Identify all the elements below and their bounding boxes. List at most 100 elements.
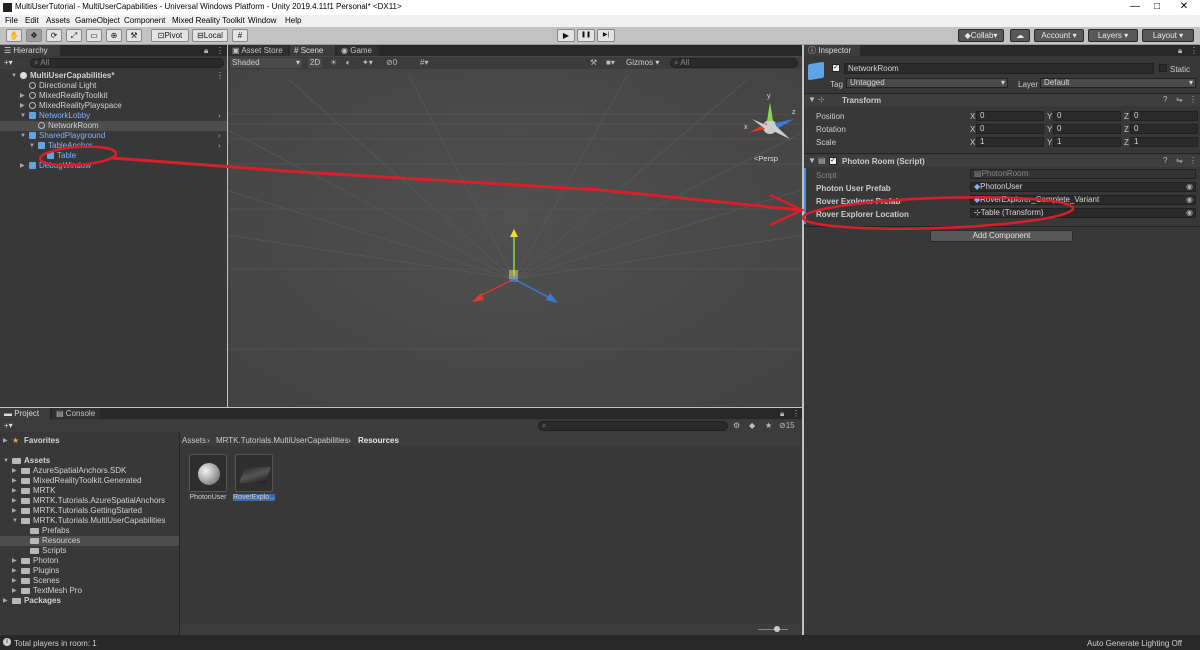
menu-gameobject[interactable]: GameObject bbox=[75, 16, 120, 25]
expand-arrow-icon[interactable]: ▼ bbox=[3, 456, 9, 466]
layer-dropdown[interactable]: Default ▾ bbox=[1040, 78, 1196, 88]
transform-x-field[interactable]: 0 bbox=[976, 124, 1044, 134]
expand-arrow-icon[interactable]: ▼ bbox=[808, 95, 816, 104]
expand-arrow-icon[interactable]: ▶ bbox=[20, 91, 25, 101]
project-tree-item[interactable]: Resources bbox=[0, 536, 179, 546]
object-picker-icon[interactable]: ◉ bbox=[1186, 196, 1193, 204]
menu-file[interactable]: File bbox=[5, 16, 18, 25]
move-tool-icon[interactable]: ✥ bbox=[26, 29, 42, 42]
shading-mode-dropdown[interactable]: Shaded ▾ bbox=[230, 58, 302, 68]
breadcrumb-folder[interactable]: MRTK.Tutorials.MultiUserCapabilities bbox=[216, 436, 348, 445]
expand-arrow-icon[interactable]: ▶ bbox=[12, 496, 17, 506]
custom-tool-icon[interactable]: ⚒ bbox=[126, 29, 142, 42]
asset-tile[interactable] bbox=[189, 454, 227, 492]
prefab-open-chevron-icon[interactable]: › bbox=[218, 161, 221, 171]
plane-handle-xz[interactable] bbox=[510, 276, 518, 282]
object-reference-field[interactable]: ◆RoverExplorer_Complete_Variant ◉ bbox=[970, 195, 1196, 205]
expand-arrow-icon[interactable]: ▼ bbox=[11, 71, 17, 81]
axis-label-x[interactable]: X bbox=[970, 112, 975, 121]
local-toggle[interactable]: ⊟Local bbox=[192, 29, 228, 42]
expand-arrow-icon[interactable]: ▼ bbox=[20, 111, 26, 121]
menu-help[interactable]: Help bbox=[285, 16, 301, 25]
object-picker-icon[interactable]: ◉ bbox=[1186, 183, 1193, 191]
tab-console[interactable]: ▤ Console bbox=[52, 408, 100, 419]
component-enabled-checkbox[interactable]: ✓ bbox=[829, 157, 837, 165]
expand-arrow-icon[interactable]: ▶ bbox=[12, 506, 17, 516]
project-tree-item[interactable]: Prefabs bbox=[0, 526, 179, 536]
preset-icon[interactable]: ⇋ bbox=[1176, 95, 1183, 104]
project-tree-item[interactable]: ▶ Scenes bbox=[0, 576, 179, 586]
axis-label-x[interactable]: X bbox=[970, 138, 975, 147]
axis-label-y[interactable]: Y bbox=[1047, 138, 1052, 147]
menu-mixed-reality-toolkit[interactable]: Mixed Reality Toolkit bbox=[172, 16, 245, 25]
static-checkbox[interactable] bbox=[1159, 64, 1167, 72]
help-icon[interactable]: ? bbox=[1163, 95, 1167, 104]
hidden-objects-toggle[interactable]: ⊘0 bbox=[386, 58, 397, 67]
expand-arrow-icon[interactable]: ▶ bbox=[12, 586, 17, 596]
zoom-slider-track[interactable] bbox=[758, 629, 788, 630]
expand-arrow-icon[interactable]: ▼ bbox=[808, 156, 816, 165]
transform-x-field[interactable]: 1 bbox=[976, 137, 1044, 147]
preset-icon[interactable]: ⇋ bbox=[1176, 156, 1183, 165]
menu-window[interactable]: Window bbox=[248, 16, 276, 25]
transform-z-field[interactable]: 1 bbox=[1130, 137, 1198, 147]
rotate-tool-icon[interactable]: ⟳ bbox=[46, 29, 62, 42]
scene-viewport[interactable]: y x z <Persp bbox=[228, 69, 802, 407]
pause-button[interactable]: ❚❚ bbox=[577, 29, 595, 42]
photon-room-header[interactable]: ▼ ▤ ✓ Photon Room (Script) ? ⇋ ⋮ bbox=[804, 155, 1200, 167]
tab-hierarchy[interactable]: ☰ Hierarchy bbox=[0, 45, 60, 56]
lock-icon[interactable]: 🔒︎ bbox=[1178, 46, 1182, 56]
help-icon[interactable]: ? bbox=[1163, 156, 1167, 165]
expand-arrow-icon[interactable]: ▶ bbox=[12, 576, 17, 586]
breadcrumb-current[interactable]: Resources bbox=[358, 436, 399, 445]
project-tree-item[interactable]: ▶ ★ Favorites bbox=[0, 436, 179, 446]
axis-label-y[interactable]: Y bbox=[1047, 125, 1052, 134]
lock-icon[interactable]: 🔒︎ bbox=[204, 46, 208, 56]
lighting-toggle-icon[interactable]: ☀ bbox=[330, 58, 337, 67]
project-tree-item[interactable]: ▶ MRTK.Tutorials.GettingStarted bbox=[0, 506, 179, 516]
more-menu-icon[interactable]: ⋮ bbox=[216, 71, 224, 81]
collab-dropdown[interactable]: ◆Collab▾ bbox=[958, 29, 1004, 42]
account-dropdown[interactable]: Account ▾ bbox=[1034, 29, 1084, 42]
project-tree-item[interactable]: ▶ Packages bbox=[0, 596, 179, 606]
project-tree-item[interactable]: ▶ MixedRealityToolkit.Generated bbox=[0, 476, 179, 486]
project-tree-item[interactable]: ▶ MRTK.Tutorials.AzureSpatialAnchors bbox=[0, 496, 179, 506]
project-tree-item[interactable]: ▶ MRTK bbox=[0, 486, 179, 496]
create-dropdown[interactable]: +▾ bbox=[4, 58, 13, 67]
project-tree-item[interactable]: ▶ TextMesh Pro bbox=[0, 586, 179, 596]
favorite-star-icon[interactable]: ★ bbox=[765, 421, 772, 430]
filter-type-icon[interactable]: ⚙ bbox=[733, 421, 740, 430]
expand-arrow-icon[interactable]: ▶ bbox=[20, 161, 25, 171]
project-tree-item[interactable]: ▶ AzureSpatialAnchors.SDK bbox=[0, 466, 179, 476]
transform-tool-icon[interactable]: ⊕ bbox=[106, 29, 122, 42]
transform-y-field[interactable]: 0 bbox=[1053, 124, 1121, 134]
transform-y-field[interactable]: 0 bbox=[1053, 111, 1121, 121]
audio-toggle-icon[interactable]: 🔈︎ bbox=[346, 58, 351, 68]
expand-arrow-icon[interactable]: ▶ bbox=[20, 101, 25, 111]
pivot-toggle[interactable]: ⊡Pivot bbox=[151, 29, 189, 42]
expand-arrow-icon[interactable]: ▶ bbox=[12, 486, 17, 496]
object-reference-field[interactable]: ⊹Table (Transform) ◉ bbox=[970, 208, 1196, 218]
prefab-open-chevron-icon[interactable]: › bbox=[218, 141, 221, 151]
effects-dropdown-icon[interactable]: ✦▾ bbox=[362, 58, 373, 67]
transform-z-field[interactable]: 0 bbox=[1130, 124, 1198, 134]
status-message[interactable]: Total players in room: 1 bbox=[14, 639, 97, 648]
expand-arrow-icon[interactable]: ▼ bbox=[12, 516, 18, 526]
hierarchy-item[interactable]: ▼ NetworkLobby › bbox=[0, 111, 227, 121]
scale-tool-icon[interactable]: ⤢ bbox=[66, 29, 82, 42]
breadcrumb-assets[interactable]: Assets bbox=[182, 436, 206, 445]
more-menu-icon[interactable]: ⋮ bbox=[792, 409, 800, 418]
expand-arrow-icon[interactable]: ▶ bbox=[12, 466, 17, 476]
snap-grid-icon[interactable]: # bbox=[232, 29, 248, 42]
hierarchy-item[interactable]: NetworkRoom bbox=[0, 121, 227, 131]
play-button[interactable]: ▶ bbox=[557, 29, 575, 42]
transform-y-field[interactable]: 1 bbox=[1053, 137, 1121, 147]
scene-search-input[interactable]: ⌕ All bbox=[670, 58, 798, 68]
hidden-packages-toggle[interactable]: ⊘15 bbox=[779, 421, 795, 430]
more-menu-icon[interactable]: ⋮ bbox=[1189, 156, 1197, 165]
expand-arrow-icon[interactable]: ▼ bbox=[20, 131, 26, 141]
project-tree-item[interactable]: ▼ Assets bbox=[0, 456, 179, 466]
layout-dropdown[interactable]: Layout ▾ bbox=[1142, 29, 1194, 42]
hierarchy-search-input[interactable]: ⌕ All bbox=[30, 58, 224, 68]
more-menu-icon[interactable]: ⋮ bbox=[1189, 95, 1197, 104]
